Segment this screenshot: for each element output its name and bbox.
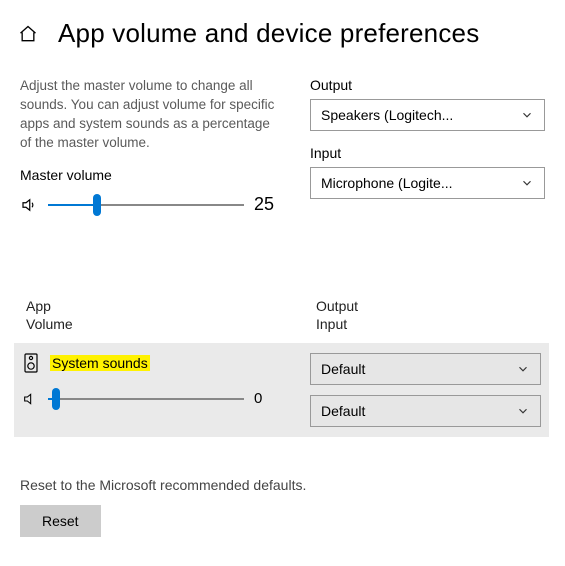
master-volume-label: Master volume bbox=[20, 167, 280, 183]
app-output-select[interactable]: Default bbox=[310, 353, 541, 385]
output-label: Output bbox=[310, 77, 545, 93]
app-volume-value: 0 bbox=[254, 390, 280, 407]
home-icon[interactable] bbox=[18, 24, 38, 44]
reset-button[interactable]: Reset bbox=[20, 505, 101, 537]
input-label: Input bbox=[310, 145, 545, 161]
app-input-select[interactable]: Default bbox=[310, 395, 541, 427]
speaker-mute-icon[interactable] bbox=[22, 391, 38, 407]
master-volume-value: 25 bbox=[254, 194, 280, 215]
page-title: App volume and device preferences bbox=[58, 18, 479, 49]
reset-note: Reset to the Microsoft recommended defau… bbox=[20, 477, 545, 493]
app-name: System sounds bbox=[50, 355, 150, 371]
column-header-output-input: Output Input bbox=[316, 297, 545, 333]
system-sounds-icon bbox=[22, 353, 40, 373]
app-output-selected: Default bbox=[321, 361, 365, 377]
description-text: Adjust the master volume to change all s… bbox=[20, 77, 280, 153]
chevron-down-icon bbox=[520, 108, 534, 122]
input-device-select[interactable]: Microphone (Logite... bbox=[310, 167, 545, 199]
output-device-select[interactable]: Speakers (Logitech... bbox=[310, 99, 545, 131]
speaker-low-icon[interactable] bbox=[20, 196, 38, 214]
chevron-down-icon bbox=[516, 404, 530, 418]
column-header-app-volume: App Volume bbox=[26, 297, 286, 333]
app-volume-slider[interactable] bbox=[48, 387, 244, 411]
chevron-down-icon bbox=[520, 176, 534, 190]
app-input-selected: Default bbox=[321, 403, 365, 419]
master-volume-slider[interactable] bbox=[48, 193, 244, 217]
input-device-selected: Microphone (Logite... bbox=[321, 175, 510, 191]
chevron-down-icon bbox=[516, 362, 530, 376]
app-row-system-sounds: System sounds 0 Default bbox=[14, 343, 549, 437]
output-device-selected: Speakers (Logitech... bbox=[321, 107, 510, 123]
